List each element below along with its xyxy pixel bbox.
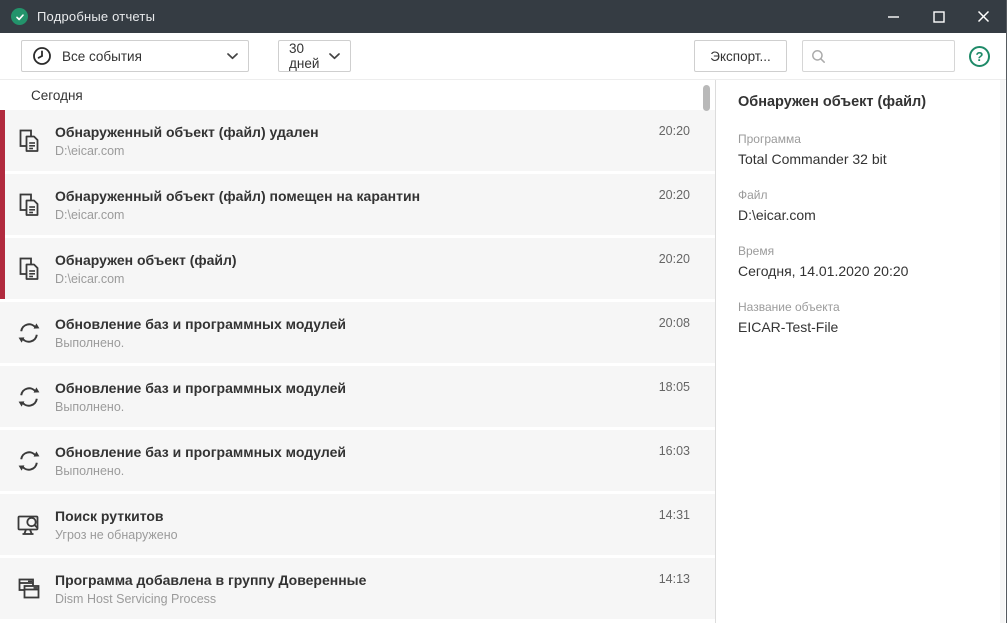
events-filter-dropdown[interactable]: Все события	[21, 40, 249, 72]
minimize-button[interactable]	[871, 0, 916, 33]
field-value: Сегодня, 14.01.2020 20:20	[738, 263, 909, 279]
details-field-program: Программа Total Commander 32 bit	[738, 132, 980, 167]
list-item-text: Обновление баз и программных модулей Вып…	[55, 444, 659, 478]
maximize-icon	[932, 10, 945, 23]
details-field-file: Файл D:\eicar.com	[738, 188, 980, 223]
event-subtitle: Выполнено.	[55, 463, 125, 478]
list-scrollbar-thumb[interactable]	[703, 85, 710, 111]
window-title: Подробные отчеты	[37, 9, 156, 24]
details-field-object-name: Название объекта EICAR-Test-File	[738, 300, 980, 335]
export-button[interactable]: Экспорт...	[694, 40, 787, 72]
details-title: Обнаружен объект (файл)	[738, 94, 927, 110]
details-panel: Обнаружен объект (файл) Программа Total …	[716, 80, 1006, 623]
list-item-text: Обновление баз и программных модулей Вып…	[55, 380, 659, 414]
close-icon	[977, 10, 990, 23]
event-subtitle: Выполнено.	[55, 399, 125, 414]
refresh-icon	[14, 318, 44, 348]
event-title: Обновление баз и программных модулей	[55, 315, 346, 332]
events-filter-value: Все события	[62, 48, 142, 64]
list-item[interactable]: Поиск руткитов Угроз не обнаружено 14:31	[0, 494, 715, 555]
search-box[interactable]	[802, 40, 955, 72]
details-scrollbar-track[interactable]	[1000, 80, 1005, 623]
list-item-text: Поиск руткитов Угроз не обнаружено	[55, 508, 659, 542]
list-item[interactable]: Обнаруженный объект (файл) удален D:\eic…	[0, 110, 715, 174]
field-value: EICAR-Test-File	[738, 319, 839, 335]
section-header-today: Сегодня	[31, 88, 83, 103]
event-time: 20:08	[658, 316, 690, 330]
field-label: Название объекта	[738, 300, 840, 314]
event-subtitle: D:\eicar.com	[55, 271, 125, 286]
titlebar: Подробные отчеты	[0, 0, 1006, 33]
event-time: 14:13	[658, 572, 690, 586]
file-copy-icon	[14, 190, 44, 220]
event-subtitle: Выполнено.	[55, 335, 125, 350]
toolbar: Все события 30 дней Экспорт... ?	[0, 33, 1006, 80]
list-item[interactable]: Программа добавлена в группу Доверенные …	[0, 558, 715, 619]
clock-icon	[32, 46, 52, 66]
list-item-text: Обнаруженный объект (файл) удален D:\eic…	[55, 124, 659, 158]
list-item[interactable]: Обновление баз и программных модулей Вып…	[0, 366, 715, 427]
event-title: Обновление баз и программных модулей	[55, 443, 346, 460]
maximize-button[interactable]	[916, 0, 961, 33]
event-time: 20:20	[658, 188, 690, 202]
file-copy-icon	[14, 254, 44, 284]
event-title: Программа добавлена в группу Доверенные	[55, 571, 367, 588]
event-title: Поиск руткитов	[55, 507, 164, 524]
rootkit-scan-icon	[14, 510, 44, 540]
file-copy-icon	[14, 126, 44, 156]
close-button[interactable]	[961, 0, 1006, 33]
period-filter-dropdown[interactable]: 30 дней	[278, 40, 351, 72]
help-button[interactable]: ?	[969, 45, 990, 67]
list-item[interactable]: Обновление баз и программных модулей Вып…	[0, 430, 715, 491]
event-subtitle: Dism Host Servicing Process	[55, 591, 217, 606]
event-time: 16:03	[658, 444, 690, 458]
magnifier-icon	[811, 49, 826, 64]
list-item[interactable]: Обнаружен объект (файл) D:\eicar.com 20:…	[0, 238, 715, 299]
app-windows-icon	[14, 574, 44, 604]
event-time: 20:20	[658, 252, 690, 266]
event-title: Обнаружен объект (файл)	[55, 251, 237, 268]
refresh-icon	[14, 382, 44, 412]
period-filter-value: 30 дней	[289, 41, 320, 71]
event-subtitle: D:\eicar.com	[55, 143, 125, 158]
search-input[interactable]	[832, 47, 946, 65]
event-subtitle: Угроз не обнаружено	[55, 527, 178, 542]
field-label: Файл	[738, 188, 768, 202]
refresh-icon	[14, 446, 44, 476]
field-value: Total Commander 32 bit	[738, 151, 887, 167]
list-item-text: Обнаруженный объект (файл) помещен на ка…	[55, 188, 659, 222]
field-label: Программа	[738, 132, 801, 146]
list-item-text: Обновление баз и программных модулей Вып…	[55, 316, 659, 350]
main-area: Сегодня Обнаруженный объект (файл) удале…	[0, 80, 1006, 623]
list-item[interactable]: Обнаруженный объект (файл) помещен на ка…	[0, 174, 715, 238]
reports-window: Подробные отчеты Все события 30 дней Экс…	[0, 0, 1007, 623]
list-item-text: Обнаружен объект (файл) D:\eicar.com	[55, 252, 659, 286]
chevron-down-icon	[227, 52, 238, 60]
list-item[interactable]: Обновление баз и программных модулей Вып…	[0, 302, 715, 363]
event-subtitle: D:\eicar.com	[55, 207, 125, 222]
event-title: Обновление баз и программных модулей	[55, 379, 346, 396]
event-time: 18:05	[658, 380, 690, 394]
window-controls	[871, 0, 1006, 33]
chevron-down-icon	[329, 52, 340, 60]
field-label: Время	[738, 244, 775, 258]
list-item-text: Программа добавлена в группу Доверенные …	[55, 572, 659, 606]
events-list: Сегодня Обнаруженный объект (файл) удале…	[0, 80, 716, 623]
minimize-icon	[888, 16, 899, 18]
event-title: Обнаруженный объект (файл) помещен на ка…	[55, 187, 421, 204]
shield-check-icon	[11, 8, 28, 25]
event-title: Обнаруженный объект (файл) удален	[55, 123, 319, 140]
event-time: 14:31	[658, 508, 690, 522]
field-value: D:\eicar.com	[738, 207, 816, 223]
event-time: 20:20	[658, 124, 690, 138]
details-field-time: Время Сегодня, 14.01.2020 20:20	[738, 244, 980, 279]
